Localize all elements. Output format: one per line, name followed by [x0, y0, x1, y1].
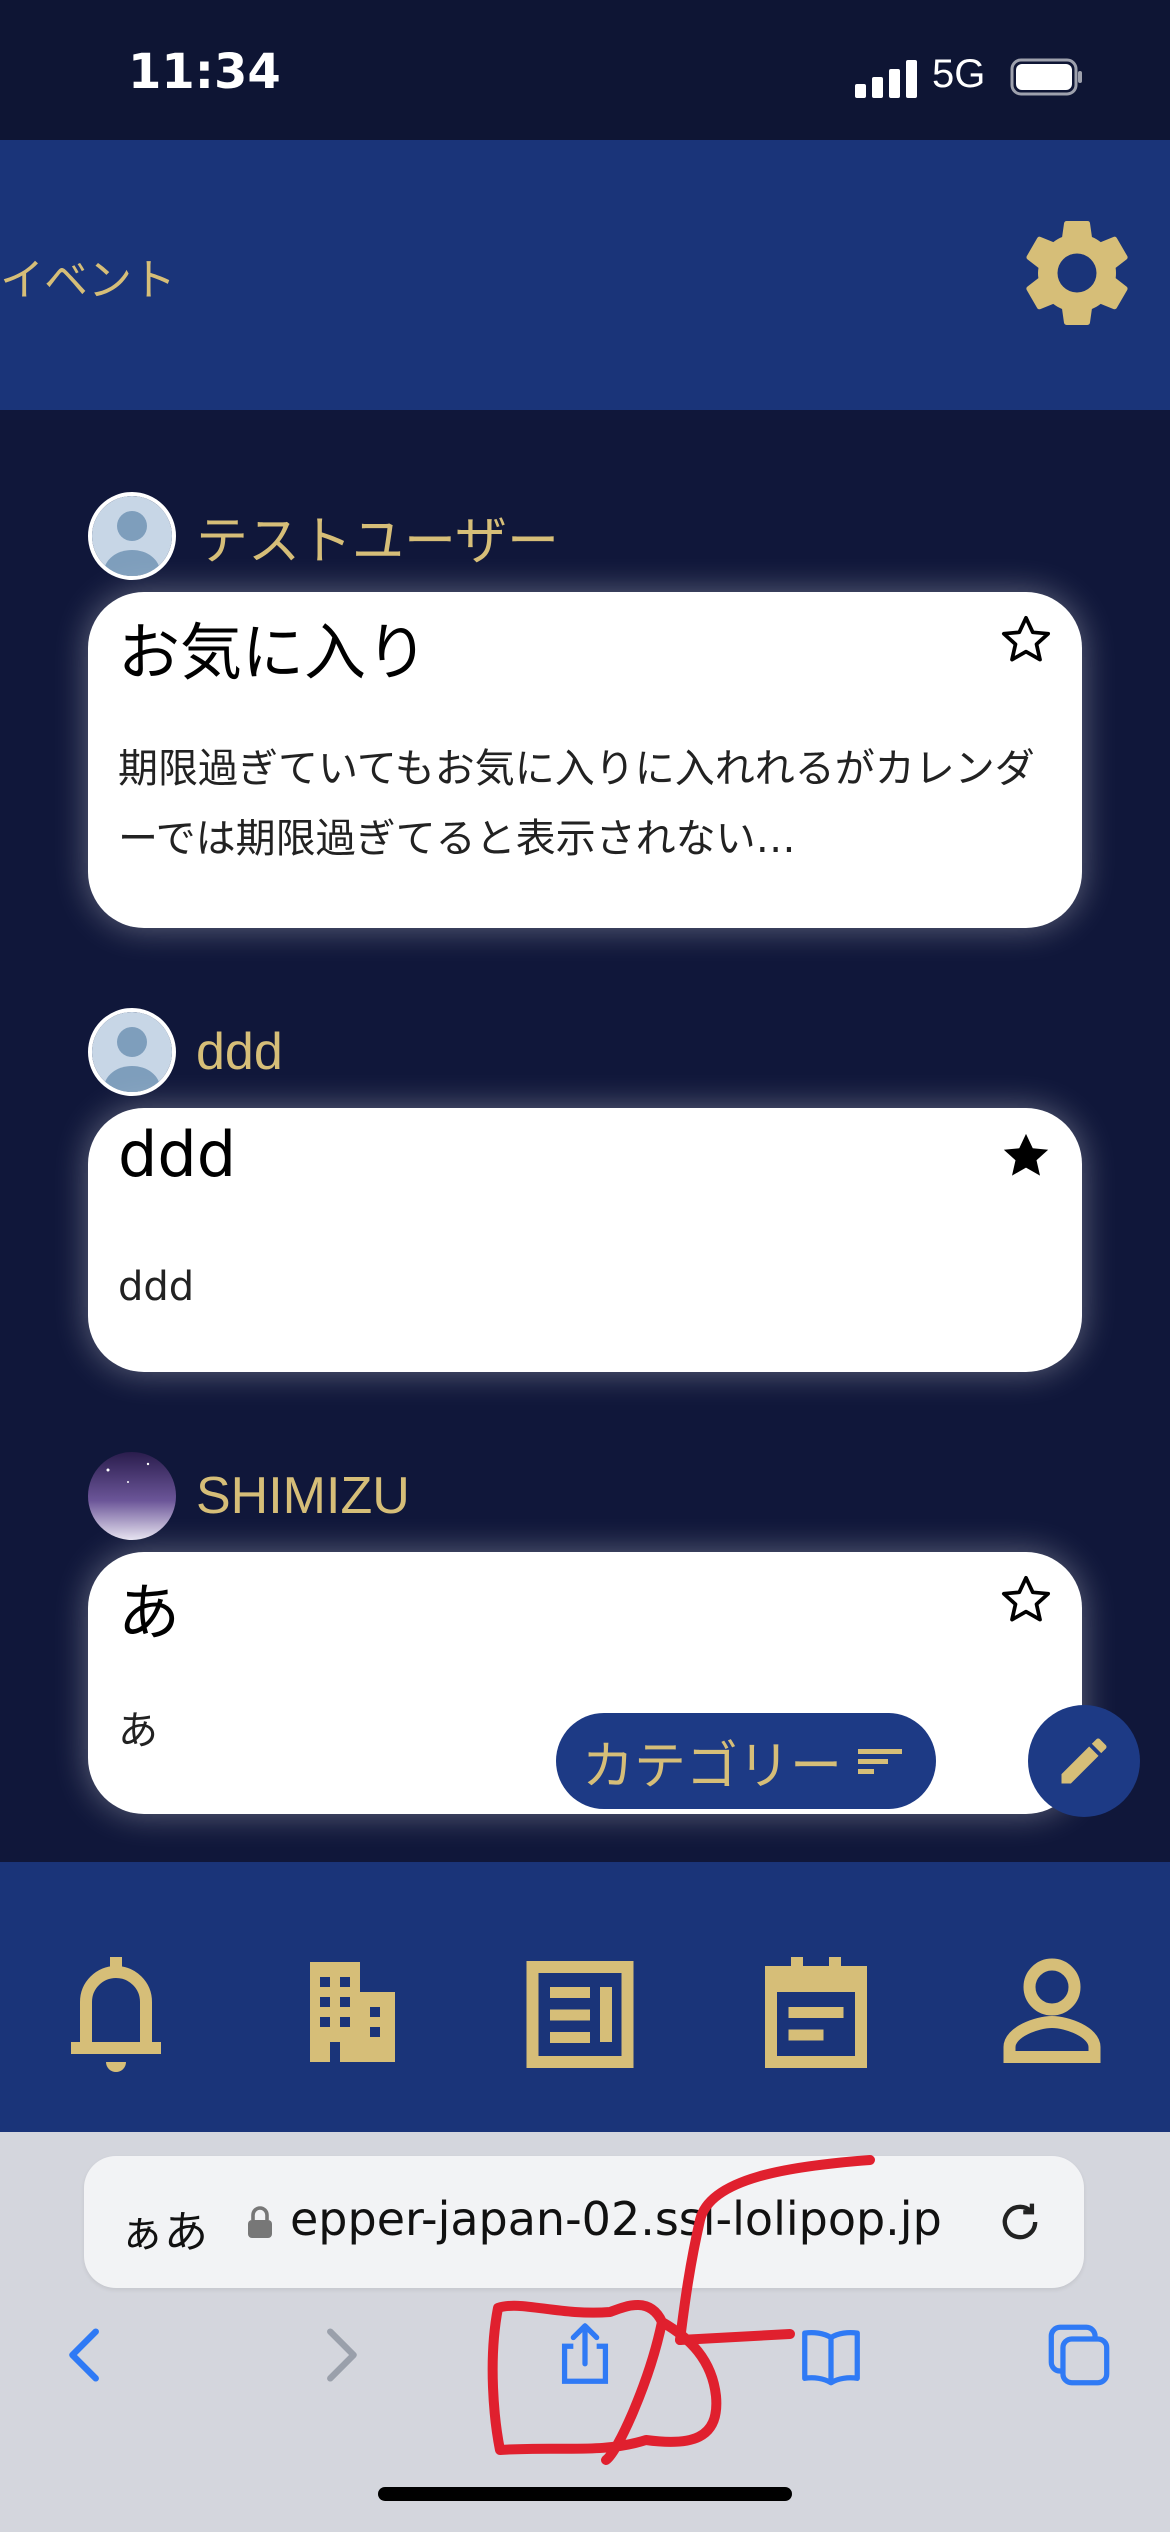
category-filter-button[interactable]: カテゴリー: [556, 1713, 936, 1809]
star-filled-icon[interactable]: [998, 1128, 1054, 1184]
author-name: テストユーザー: [196, 512, 559, 571]
avatar[interactable]: [88, 1008, 176, 1096]
gear-icon[interactable]: [1012, 208, 1142, 338]
post-body: あ: [118, 1708, 158, 1754]
post-title: あ: [118, 1576, 181, 1649]
address-bar[interactable]: ぁあ epper-japan-02.ssl-lolipop.jp: [84, 2156, 1084, 2288]
post-author[interactable]: ddd: [88, 1008, 283, 1096]
bell-icon[interactable]: [56, 1942, 176, 2082]
signal-icon: [855, 60, 917, 98]
filter-lines-icon: [858, 1749, 902, 1774]
browser-toolbar: ぁあ epper-japan-02.ssl-lolipop.jp: [0, 2132, 1170, 2532]
post-author[interactable]: テストユーザー: [88, 492, 559, 580]
star-outline-icon[interactable]: [998, 1572, 1054, 1628]
building-icon[interactable]: [290, 1942, 410, 2082]
share-icon[interactable]: [550, 2320, 620, 2390]
post-body: ddd: [118, 1264, 195, 1310]
author-name: ddd: [196, 1023, 283, 1081]
reload-icon[interactable]: [994, 2196, 1046, 2248]
back-icon[interactable]: [52, 2320, 122, 2390]
bottom-navigation: [0, 1862, 1170, 2132]
avatar[interactable]: [88, 492, 176, 580]
lock-icon: [248, 2206, 272, 2238]
url-text: epper-japan-02.ssl-lolipop.jp: [290, 2192, 942, 2246]
forward-icon[interactable]: [304, 2320, 374, 2390]
post-card[interactable]: ddd ddd: [88, 1108, 1082, 1372]
bookmarks-icon[interactable]: [796, 2320, 866, 2390]
author-name: SHIMIZU: [196, 1467, 410, 1525]
post-title: ddd: [118, 1118, 237, 1191]
calendar-icon[interactable]: [756, 1942, 876, 2082]
reader-settings-button[interactable]: ぁあ: [120, 2196, 208, 2260]
category-label: カテゴリー: [581, 1736, 842, 1797]
news-icon[interactable]: [520, 1942, 640, 2082]
battery-icon: [1010, 58, 1082, 96]
tabs-icon[interactable]: [1044, 2320, 1114, 2390]
network-label: 5G: [932, 52, 986, 96]
compose-button[interactable]: [1028, 1705, 1140, 1817]
post-card[interactable]: お気に入り 期限過ぎていてもお気に入りに入れれるがカレンダーでは期限過ぎてると表…: [88, 592, 1082, 928]
post-author[interactable]: SHIMIZU: [88, 1452, 410, 1540]
status-bar: 11:34 5G: [0, 0, 1170, 140]
person-icon[interactable]: [992, 1942, 1112, 2082]
avatar[interactable]: [88, 1452, 176, 1540]
post-body: 期限過ぎていてもお気に入りに入れれるがカレンダーでは期限過ぎてると表示されない…: [118, 746, 1035, 862]
pencil-icon: [1061, 1738, 1107, 1784]
page-title: イベント: [0, 255, 176, 306]
star-outline-icon[interactable]: [998, 612, 1054, 668]
status-time: 11:34: [128, 44, 281, 100]
post-title: お気に入り: [118, 616, 429, 689]
home-indicator: [378, 2487, 792, 2501]
